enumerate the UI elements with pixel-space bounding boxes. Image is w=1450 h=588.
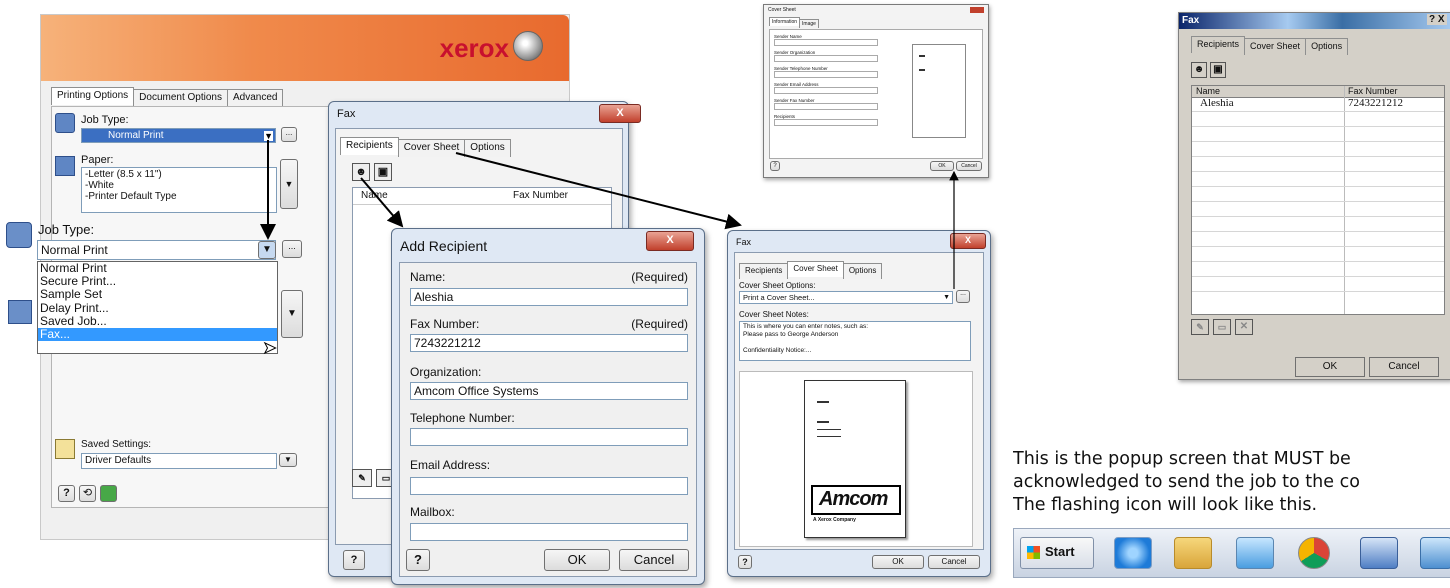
arrow-to-add-recipient xyxy=(360,177,404,228)
flow-arrows xyxy=(260,140,959,289)
arrow-to-cover-sheet-tab xyxy=(455,152,742,230)
